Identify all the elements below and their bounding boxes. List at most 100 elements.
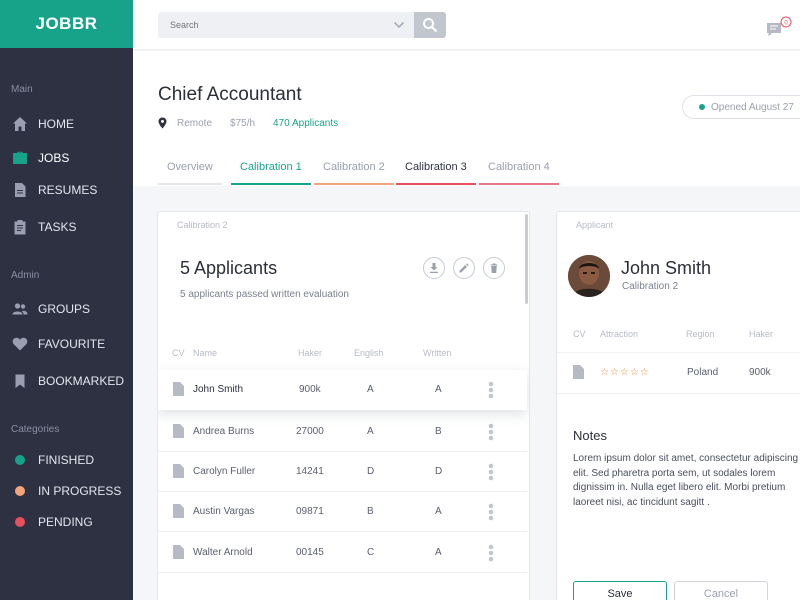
document-icon[interactable] xyxy=(173,504,184,518)
brand-logo[interactable]: JOBBR xyxy=(0,0,133,48)
haker-value: 00145 xyxy=(296,547,324,558)
applicant-name: Austin Vargas xyxy=(193,506,255,517)
delete-button[interactable] xyxy=(483,257,505,279)
attraction-rating[interactable]: ☆☆☆☆☆ xyxy=(600,367,650,378)
column-header-name: Name xyxy=(193,348,218,358)
sidebar-item-home[interactable]: HOME xyxy=(0,111,133,137)
applicant-detail-card: Applicant John Smith Calibration 2 CV At… xyxy=(556,211,800,600)
column-header-haker: Haker xyxy=(749,329,774,339)
tab-overview[interactable]: Overview xyxy=(158,161,222,185)
english-value: A xyxy=(367,426,374,437)
haker-value: 27000 xyxy=(296,426,324,437)
job-location: Remote xyxy=(177,117,213,129)
sidebar-item-jobs[interactable]: JOBS xyxy=(0,145,133,171)
english-value: A xyxy=(367,384,374,395)
chevron-down-icon[interactable] xyxy=(392,18,406,32)
category-label: IN PROGRESS xyxy=(38,484,122,498)
sidebar-item-label: TASKS xyxy=(38,220,77,234)
search-icon xyxy=(423,18,438,33)
tab-calibration-4[interactable]: Calibration 4 xyxy=(479,161,559,185)
job-rate: $75/h xyxy=(230,117,256,129)
category-label: FINISHED xyxy=(38,453,95,467)
search-button[interactable] xyxy=(414,12,446,38)
more-options-icon[interactable] xyxy=(488,463,494,481)
more-options-icon[interactable] xyxy=(488,544,494,562)
sidebar-item-label: BOOKMARKED xyxy=(38,374,125,388)
sidebar-item-label: HOME xyxy=(38,117,74,131)
scrollbar[interactable] xyxy=(525,214,528,304)
category-pending[interactable]: PENDING xyxy=(0,509,133,535)
category-label: PENDING xyxy=(38,515,93,529)
location-pin-icon xyxy=(158,117,167,129)
pending-dot-icon xyxy=(15,517,25,527)
table-row[interactable]: Walter Arnold 00145 C A xyxy=(158,533,527,573)
heart-icon xyxy=(11,335,29,353)
avatar xyxy=(568,255,610,297)
english-value: B xyxy=(367,506,374,517)
applicant-detail-calibration: Calibration 2 xyxy=(622,281,679,292)
tab-calibration-3[interactable]: Calibration 3 xyxy=(396,161,476,185)
column-header-region: Region xyxy=(686,329,715,339)
opened-date: Opened August 27 xyxy=(711,101,794,113)
clipboard-icon xyxy=(11,218,29,236)
applicants-subtitle: 5 applicants passed written evaluation xyxy=(180,289,349,300)
more-options-icon[interactable] xyxy=(488,503,494,521)
sidebar-item-label: FAVOURITE xyxy=(38,337,106,351)
cancel-button[interactable]: Cancel xyxy=(674,581,768,600)
sidebar-item-favourite[interactable]: FAVOURITE xyxy=(0,331,133,357)
written-value: B xyxy=(435,426,442,437)
messages-icon[interactable]: 0 xyxy=(766,16,792,38)
sidebar-item-resumes[interactable]: RESUMES xyxy=(0,177,133,203)
page-title: Chief Accountant xyxy=(158,84,302,105)
applicant-name: Walter Arnold xyxy=(193,547,253,558)
briefcase-icon xyxy=(11,149,29,167)
applicant-detail-row: ☆☆☆☆☆ Poland 900k xyxy=(557,352,800,394)
card-label: Applicant xyxy=(576,220,614,230)
column-header-cv: CV xyxy=(573,329,586,339)
job-applicants-link[interactable]: 470 Applicants xyxy=(273,118,338,129)
search-bar xyxy=(158,12,446,38)
sidebar-item-label: RESUMES xyxy=(38,183,98,197)
tab-calibration-2[interactable]: Calibration 2 xyxy=(314,161,394,185)
trash-icon xyxy=(490,263,498,273)
tab-calibration-1[interactable]: Calibration 1 xyxy=(231,161,311,185)
haker-value: 900k xyxy=(749,367,771,378)
sidebar-item-bookmarked[interactable]: BOOKMARKED xyxy=(0,368,133,394)
applicants-card: Calibration 2 5 Applicants 5 applicants … xyxy=(157,211,530,600)
document-icon[interactable] xyxy=(173,424,184,438)
more-options-icon[interactable] xyxy=(488,423,494,441)
document-icon[interactable] xyxy=(173,464,184,478)
document-icon[interactable] xyxy=(173,545,184,559)
section-categories: Categories xyxy=(11,424,60,435)
sidebar-item-tasks[interactable]: TASKS xyxy=(0,214,133,240)
save-button[interactable]: Save xyxy=(573,581,667,600)
section-main: Main xyxy=(11,84,33,95)
category-in-progress[interactable]: IN PROGRESS xyxy=(0,478,133,504)
topbar: 0 xyxy=(133,0,800,50)
edit-button[interactable] xyxy=(453,257,475,279)
sidebar: JOBBR Main HOME JOBS RESUMES TASKS Admin… xyxy=(0,0,133,600)
document-icon[interactable] xyxy=(573,365,584,379)
notes-title: Notes xyxy=(573,428,607,443)
table-row[interactable]: John Smith 900k A A xyxy=(158,370,527,410)
document-icon[interactable] xyxy=(173,382,184,396)
column-header-written: Written xyxy=(423,348,452,358)
table-row[interactable]: Carolyn Fuller 14241 D D xyxy=(158,452,527,492)
english-value: C xyxy=(367,547,375,558)
status-dot-icon xyxy=(699,104,705,110)
sidebar-item-groups[interactable]: GROUPS xyxy=(0,296,133,322)
category-finished[interactable]: FINISHED xyxy=(0,447,133,473)
table-row[interactable]: Austin Vargas 09871 B A xyxy=(158,492,527,532)
haker-value: 900k xyxy=(299,384,321,395)
search-input[interactable] xyxy=(158,20,378,30)
in-progress-dot-icon xyxy=(15,486,25,496)
download-button[interactable] xyxy=(423,257,445,279)
written-value: A xyxy=(435,384,442,395)
table-row[interactable]: Andrea Burns 27000 A B xyxy=(158,412,527,452)
home-icon xyxy=(11,115,29,133)
applicant-name: Andrea Burns xyxy=(193,426,255,437)
more-options-icon[interactable] xyxy=(488,381,494,399)
sidebar-item-label: GROUPS xyxy=(38,302,91,316)
avatar-portrait-icon xyxy=(568,255,610,297)
applicant-name: Carolyn Fuller xyxy=(193,466,256,477)
